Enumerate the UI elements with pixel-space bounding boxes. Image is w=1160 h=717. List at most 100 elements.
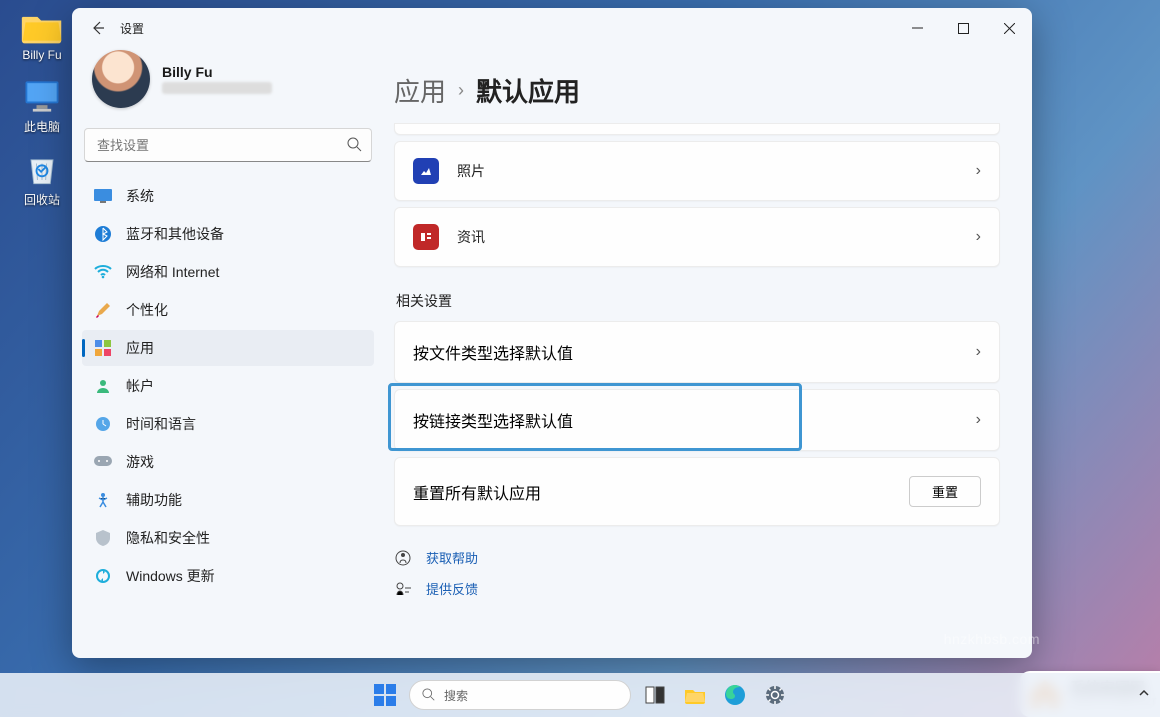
search-icon xyxy=(422,688,436,702)
desktop-icon-label: 回收站 xyxy=(24,191,60,208)
close-icon xyxy=(1004,23,1015,34)
pc-icon xyxy=(20,76,64,116)
maximize-icon xyxy=(958,23,969,34)
accessibility-icon xyxy=(94,491,112,509)
maximize-button[interactable] xyxy=(940,12,986,44)
sidebar-item-accounts[interactable]: 帐户 xyxy=(82,368,374,404)
settings-window: 设置 Billy Fu 系统 蓝牙和其他设备 网络和 xyxy=(72,8,1032,658)
back-button[interactable] xyxy=(80,10,116,46)
profile-name: Billy Fu xyxy=(162,64,272,80)
minimize-icon xyxy=(912,23,923,34)
edge-icon xyxy=(724,684,746,706)
taskbar-search-placeholder: 搜索 xyxy=(444,687,468,704)
avatar xyxy=(92,50,150,108)
desktop-folder-billyfu[interactable]: Billy Fu xyxy=(8,6,76,62)
app-name: 照片 xyxy=(457,161,485,181)
search-input[interactable] xyxy=(84,128,372,162)
nav-label: 时间和语言 xyxy=(126,414,196,434)
chevron-right-icon: › xyxy=(458,80,464,101)
taskbar-search[interactable]: 搜索 xyxy=(409,680,631,710)
folder-icon xyxy=(20,6,64,46)
setting-by-link-type[interactable]: 按链接类型选择默认值 › xyxy=(394,389,1000,451)
shield-icon xyxy=(94,529,112,547)
page-title: 默认应用 xyxy=(476,72,580,109)
search-icon xyxy=(346,136,362,152)
gamepad-icon xyxy=(94,453,112,471)
taskbar-edge[interactable] xyxy=(719,679,751,711)
nav-label: 隐私和安全性 xyxy=(126,528,210,548)
sidebar: Billy Fu 系统 蓝牙和其他设备 网络和 Internet 个性化 应用 … xyxy=(72,48,384,658)
setting-by-file-type[interactable]: 按文件类型选择默认值 › xyxy=(394,321,1000,383)
start-button[interactable] xyxy=(369,679,401,711)
desktop-icon-label: 此电脑 xyxy=(24,118,60,135)
setting-label: 按链接类型选择默认值 xyxy=(413,408,573,432)
gear-icon xyxy=(764,684,786,706)
sidebar-item-privacy[interactable]: 隐私和安全性 xyxy=(82,520,374,556)
card-top-remnant xyxy=(394,123,1000,135)
setting-label: 重置所有默认应用 xyxy=(413,480,541,504)
sidebar-item-bluetooth[interactable]: 蓝牙和其他设备 xyxy=(82,216,374,252)
chevron-right-icon: › xyxy=(976,411,981,429)
nav-label: 辅助功能 xyxy=(126,490,182,510)
get-help-link[interactable]: 获取帮助 xyxy=(426,548,478,567)
section-title-related: 相关设置 xyxy=(396,291,1000,311)
task-view-icon xyxy=(645,686,665,704)
sidebar-item-apps[interactable]: 应用 xyxy=(82,330,374,366)
give-feedback-link[interactable]: 提供反馈 xyxy=(426,579,478,598)
sidebar-item-time[interactable]: 时间和语言 xyxy=(82,406,374,442)
app-card-photos[interactable]: 照片 › xyxy=(394,141,1000,201)
reset-button[interactable]: 重置 xyxy=(909,476,981,507)
help-icon xyxy=(394,549,412,567)
nav-label: Windows 更新 xyxy=(126,566,215,586)
main-content: 应用 › 默认应用 照片 › 资讯 xyxy=(384,48,1032,658)
feedback-icon xyxy=(394,580,412,598)
desktop-recycle-bin[interactable]: 回收站 xyxy=(8,149,76,208)
back-arrow-icon xyxy=(90,20,106,36)
sidebar-item-system[interactable]: 系统 xyxy=(82,178,374,214)
nav-label: 系统 xyxy=(126,186,154,206)
folder-icon xyxy=(684,686,706,704)
taskbar-explorer[interactable] xyxy=(679,679,711,711)
sidebar-item-gaming[interactable]: 游戏 xyxy=(82,444,374,480)
sidebar-item-network[interactable]: 网络和 Internet xyxy=(82,254,374,290)
task-view-button[interactable] xyxy=(639,679,671,711)
photos-app-icon xyxy=(413,158,439,184)
nav-label: 蓝牙和其他设备 xyxy=(126,224,224,244)
nav-label: 帐户 xyxy=(126,376,154,396)
desktop-this-pc[interactable]: 此电脑 xyxy=(8,76,76,135)
titlebar: 设置 xyxy=(72,8,1032,48)
nav-list: 系统 蓝牙和其他设备 网络和 Internet 个性化 应用 帐户 时间和语言 … xyxy=(82,178,374,594)
nav-label: 个性化 xyxy=(126,300,168,320)
nav-label: 网络和 Internet xyxy=(126,262,219,282)
sidebar-item-personalization[interactable]: 个性化 xyxy=(82,292,374,328)
wifi-icon xyxy=(94,263,112,281)
taskbar: 搜索 xyxy=(0,673,1160,717)
tray-expand-button[interactable] xyxy=(1138,686,1150,704)
profile-email-blurred xyxy=(162,82,272,94)
system-icon xyxy=(94,187,112,205)
bluetooth-icon xyxy=(94,225,112,243)
news-app-icon xyxy=(413,224,439,250)
footer-links: 获取帮助 提供反馈 xyxy=(394,548,1000,598)
brush-icon xyxy=(94,301,112,319)
apps-icon xyxy=(94,339,112,357)
globe-clock-icon xyxy=(94,415,112,433)
nav-label: 游戏 xyxy=(126,452,154,472)
profile-section[interactable]: Billy Fu xyxy=(82,48,374,128)
sidebar-item-update[interactable]: Windows 更新 xyxy=(82,558,374,594)
breadcrumb-parent[interactable]: 应用 xyxy=(394,72,446,109)
chevron-right-icon: › xyxy=(976,162,981,180)
close-button[interactable] xyxy=(986,12,1032,44)
search-container xyxy=(84,128,372,162)
minimize-button[interactable] xyxy=(894,12,940,44)
nav-label: 应用 xyxy=(126,338,154,358)
app-card-news[interactable]: 资讯 › xyxy=(394,207,1000,267)
person-icon xyxy=(94,377,112,395)
app-name: 资讯 xyxy=(457,227,485,247)
taskbar-settings[interactable] xyxy=(759,679,791,711)
chevron-up-icon xyxy=(1138,687,1150,699)
sidebar-item-accessibility[interactable]: 辅助功能 xyxy=(82,482,374,518)
desktop-icons: Billy Fu 此电脑 回收站 xyxy=(8,6,76,222)
setting-label: 按文件类型选择默认值 xyxy=(413,340,573,364)
window-title: 设置 xyxy=(120,20,144,37)
